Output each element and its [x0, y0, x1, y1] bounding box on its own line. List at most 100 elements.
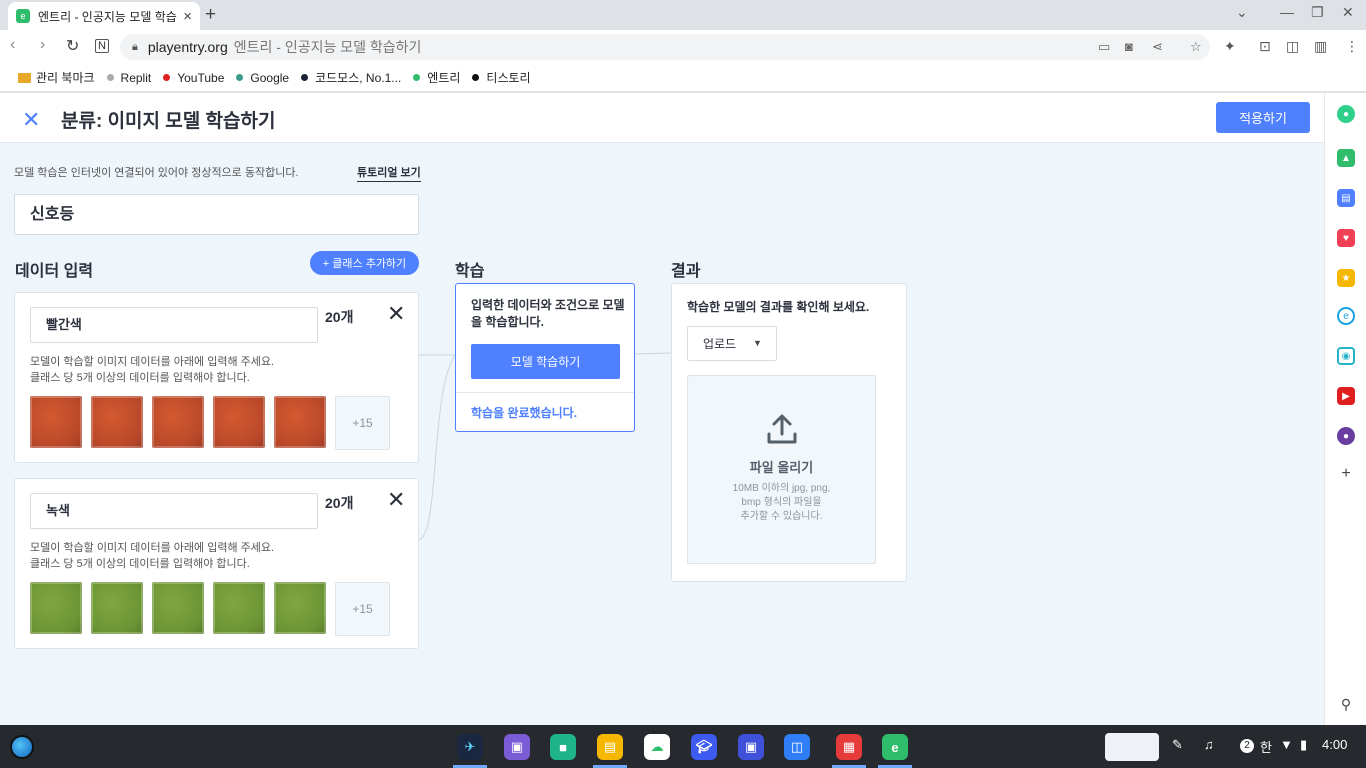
menu-icon[interactable]: ⋮ [1345, 38, 1359, 55]
star-app-icon[interactable]: ★ [1337, 269, 1355, 287]
window-preview[interactable] [1105, 733, 1159, 761]
image-thumbnails: +15 [30, 396, 390, 450]
calendar-icon[interactable]: ▤ [1337, 189, 1355, 207]
pin-icon[interactable]: ⚲ [1337, 695, 1355, 713]
classroom-app-icon[interactable]: 🎓︎ [691, 734, 717, 760]
bookmark-label: Google [250, 70, 290, 85]
tab-close-icon[interactable]: × [183, 8, 192, 25]
bookmark-tistory[interactable]: 티스토리 [472, 69, 531, 86]
edge-app-icon[interactable]: e [1337, 307, 1355, 325]
image-thumbnail[interactable] [30, 582, 82, 634]
add-app-icon[interactable]: + [1337, 465, 1355, 483]
class-count: 20개 [325, 309, 354, 325]
bookmark-label: 티스토리 [486, 71, 531, 85]
file-dropzone[interactable]: 파일 올리기 10MB 이하의 jpg, png, bmp 형식의 파일을 추가… [687, 375, 876, 564]
reload-icon[interactable]: ↻ [66, 36, 79, 56]
address-bar[interactable]: 🔒︎ playentry.org 엔트리 - 인공지능 모델 학습하기 ▭ ◙ … [120, 34, 1210, 60]
video-app-icon[interactable]: ▦ [836, 734, 862, 760]
bookmark-google[interactable]: Google [236, 71, 289, 85]
battery-icon[interactable]: ▮ [1300, 737, 1307, 753]
screenshot-icon[interactable]: ◙ [1125, 39, 1133, 54]
image-thumbnail[interactable] [152, 582, 204, 634]
tab-search-icon[interactable]: ⌄ [1236, 4, 1248, 21]
os-taskbar: ✈ ▣ ■ ▤ ☁ 🎓︎ ▣ ◫ ▦ e ✎ ♫ 2 한 ▼ ▮ 4:00 [0, 725, 1366, 768]
more-images-button[interactable]: +15 [335, 582, 390, 636]
firefox-app-icon[interactable]: ● [1337, 427, 1355, 445]
camera-icon[interactable]: ◉ [1337, 347, 1355, 365]
bookmark-replit[interactable]: Replit [106, 71, 151, 85]
book-app-icon[interactable]: ◫ [784, 734, 810, 760]
class-help-line: 모델이 학습할 이미지 데이터를 아래에 입력해 주세요. [30, 356, 275, 368]
cloud-app-icon[interactable]: ☁ [644, 734, 670, 760]
bookmark-label: 관리 북마크 [36, 71, 95, 85]
class-help-text: 모델이 학습할 이미지 데이터를 아래에 입력해 주세요. 클래스 당 5개 이… [30, 354, 274, 386]
bookmark-folder[interactable]: 관리 북마크 [18, 69, 95, 86]
image-thumbnail[interactable] [91, 396, 143, 448]
image-thumbnail[interactable] [274, 396, 326, 448]
lens-icon[interactable]: ⊡ [1259, 38, 1271, 55]
ime-indicator[interactable]: 한 [1260, 737, 1272, 756]
bird-app-icon[interactable]: ✈ [457, 734, 483, 760]
browser-tab[interactable]: e 엔트리 - 인공지능 모델 학습하 × [8, 2, 200, 30]
train-model-button[interactable]: 모델 학습하기 [471, 344, 620, 379]
cast-icon[interactable]: ▭ [1098, 39, 1110, 55]
notion-extension-icon[interactable]: N [95, 39, 109, 53]
delete-class-icon[interactable]: ✕ [387, 487, 405, 513]
image-thumbnail[interactable] [213, 582, 265, 634]
input-mode-select[interactable]: 업로드 ▼ [687, 326, 777, 361]
google-icon [236, 74, 244, 81]
new-tab-icon[interactable]: + [205, 4, 216, 26]
side-panel-icon[interactable]: ▥ [1314, 38, 1327, 55]
forward-icon[interactable]: › [40, 36, 45, 54]
bookmark-entry[interactable]: 엔트리 [413, 69, 460, 86]
pocket-icon[interactable]: ♥ [1337, 229, 1355, 247]
image-thumbnail[interactable] [213, 396, 265, 448]
class-name-input[interactable]: 빨간색 [30, 307, 318, 343]
image-thumbnail[interactable] [30, 396, 82, 448]
wifi-icon[interactable]: ▼ [1280, 737, 1293, 752]
training-card: 입력한 데이터와 조건으로 모델을 학습합니다. 모델 학습하기 학습을 완료했… [455, 283, 635, 432]
screen-app-icon[interactable]: ▣ [738, 734, 764, 760]
window-close-icon[interactable]: ✕ [1342, 4, 1354, 21]
reading-list-icon[interactable]: ◫ [1286, 38, 1299, 55]
bookmark-label: 엔트리 [427, 71, 461, 85]
entry-icon [413, 74, 421, 81]
youtube-app-icon[interactable]: ▶ [1337, 387, 1355, 405]
bookmark-star-icon[interactable]: ☆ [1190, 39, 1202, 55]
class-name-input[interactable]: 녹색 [30, 493, 318, 529]
training-heading: 학습 [455, 263, 485, 280]
restore-icon[interactable]: ❐ [1311, 4, 1324, 21]
meet-app-icon[interactable]: ■ [550, 734, 576, 760]
add-class-button[interactable]: + 클래스 추가하기 [310, 251, 419, 275]
files-app-icon[interactable]: ▤ [597, 734, 623, 760]
launcher-icon[interactable] [10, 735, 34, 759]
bookmark-codemos[interactable]: 코드모스, No.1... [301, 69, 401, 86]
more-images-button[interactable]: +15 [335, 396, 390, 450]
extensions-icon[interactable]: ✦ [1224, 38, 1236, 55]
notification-icon[interactable]: ▲ [1337, 149, 1355, 167]
bookmark-label: YouTube [177, 70, 225, 85]
image-thumbnail[interactable] [91, 582, 143, 634]
class-help-text: 모델이 학습할 이미지 데이터를 아래에 입력해 주세요. 클래스 당 5개 이… [30, 540, 274, 572]
bookmark-youtube[interactable]: YouTube [163, 71, 224, 85]
class-card: 빨간색 20개 ✕ 모델이 학습할 이미지 데이터를 아래에 입력해 주세요. … [14, 292, 419, 463]
clock[interactable]: 4:00 [1322, 737, 1347, 752]
notification-badge[interactable]: 2 [1240, 739, 1254, 753]
minimize-icon[interactable]: — [1280, 4, 1294, 20]
share-icon[interactable]: ⋖ [1152, 39, 1163, 55]
chat-app-icon[interactable]: ● [1337, 105, 1355, 123]
apply-button[interactable]: 적용하기 [1216, 102, 1310, 133]
divider [456, 392, 634, 393]
delete-class-icon[interactable]: ✕ [387, 301, 405, 327]
briefcase-app-icon[interactable]: ▣ [504, 734, 530, 760]
entry-app-icon[interactable]: e [882, 734, 908, 760]
data-input-heading: 데이터 입력 [15, 263, 94, 280]
back-icon[interactable]: ‹ [10, 36, 15, 54]
result-card: 학습한 모델의 결과를 확인해 보세요. 업로드 ▼ 파일 올리기 10MB 이… [671, 283, 907, 582]
image-thumbnail[interactable] [274, 582, 326, 634]
pen-icon[interactable]: ✎ [1172, 737, 1183, 753]
browser-toolbar: ‹ › ↻ N 🔒︎ playentry.org 엔트리 - 인공지능 모델 학… [0, 30, 1366, 64]
image-thumbnail[interactable] [152, 396, 204, 448]
media-icon[interactable]: ♫ [1204, 737, 1214, 752]
result-description: 학습한 모델의 결과를 확인해 보세요. [687, 300, 870, 314]
